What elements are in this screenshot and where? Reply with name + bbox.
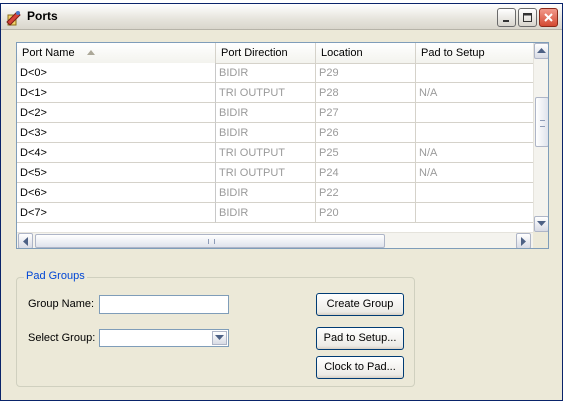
clock-to-pad-button[interactable]: Clock to Pad... [316, 356, 404, 379]
column-header-location[interactable]: Location [316, 43, 416, 63]
minimize-button[interactable] [497, 8, 516, 27]
port-direction-cell[interactable]: BIDIR [216, 103, 316, 123]
port-name-cell[interactable]: D<2> [17, 103, 216, 123]
pad-groups-legend: Pad Groups [24, 270, 87, 282]
scroll-down-button[interactable] [534, 216, 548, 232]
pad-groups-groupbox: Pad Groups Group Name: Select Group: Cre… [16, 270, 415, 387]
title-bar[interactable]: Ports [1, 4, 562, 30]
pad-to-setup-cell[interactable] [416, 203, 534, 223]
location-cell[interactable]: P25 [316, 143, 416, 163]
port-direction-cell[interactable]: BIDIR [216, 203, 316, 223]
sort-ascending-icon [87, 50, 95, 55]
pad-to-setup-button[interactable]: Pad to Setup... [316, 327, 404, 350]
pad-to-setup-cell[interactable] [416, 103, 534, 123]
column-header-label: Pad to Setup [421, 47, 485, 59]
location-cell[interactable]: P28 [316, 83, 416, 103]
pad-to-setup-cell[interactable]: N/A [416, 143, 534, 163]
window-title: Ports [27, 9, 58, 23]
port-direction-cell[interactable]: TRI OUTPUT [216, 163, 316, 183]
port-name-cell[interactable]: D<1> [17, 83, 216, 103]
combo-dropdown-button[interactable] [212, 331, 227, 345]
port-direction-cell[interactable]: BIDIR [216, 63, 316, 83]
chevron-down-icon [215, 335, 224, 340]
pad-to-setup-cell[interactable] [416, 63, 534, 83]
arrow-right-icon [520, 236, 526, 246]
port-direction-cell[interactable]: TRI OUTPUT [216, 83, 316, 103]
arrow-left-icon [22, 236, 28, 246]
select-group-label: Select Group: [28, 332, 96, 344]
scroll-left-button[interactable] [18, 233, 33, 248]
column-header-label: Location [321, 47, 363, 59]
table-row[interactable]: D<4> TRI OUTPUT P25 N/A [17, 143, 534, 163]
column-header-port-direction[interactable]: Port Direction [216, 43, 316, 63]
close-icon [544, 13, 553, 22]
table-row[interactable]: D<5> TRI OUTPUT P24 N/A [17, 163, 534, 183]
arrow-down-icon [537, 221, 546, 226]
table-row[interactable]: D<6> BIDIR P22 [17, 183, 534, 203]
select-group-combo[interactable] [99, 329, 229, 347]
table-row[interactable]: D<7> BIDIR P20 [17, 203, 534, 223]
location-cell[interactable]: P27 [316, 103, 416, 123]
port-direction-cell[interactable]: TRI OUTPUT [216, 143, 316, 163]
pad-to-setup-cell[interactable] [416, 123, 534, 143]
maximize-icon [523, 13, 532, 22]
horizontal-scrollbar[interactable] [17, 232, 533, 248]
pad-to-setup-cell[interactable]: N/A [416, 83, 534, 103]
table-row[interactable]: D<1> TRI OUTPUT P28 N/A [17, 83, 534, 103]
column-header-label: Port Direction [221, 47, 288, 59]
pad-to-setup-cell[interactable] [416, 183, 534, 203]
port-direction-cell[interactable]: BIDIR [216, 123, 316, 143]
port-name-cell[interactable]: D<0> [17, 63, 216, 83]
grid-header: Port Name Port Direction Location Pad to… [17, 43, 534, 64]
column-header-pad-to-setup[interactable]: Pad to Setup [416, 43, 534, 63]
minimize-icon [503, 20, 509, 22]
horizontal-scroll-thumb[interactable] [35, 234, 385, 248]
port-name-cell[interactable]: D<5> [17, 163, 216, 183]
location-cell[interactable]: P22 [316, 183, 416, 203]
app-icon [5, 9, 22, 26]
ports-window: Ports Port Name Port Direction Location … [0, 3, 563, 401]
location-cell[interactable]: P24 [316, 163, 416, 183]
ports-grid: Port Name Port Direction Location Pad to… [16, 42, 549, 249]
port-direction-cell[interactable]: BIDIR [216, 183, 316, 203]
table-row[interactable]: D<2> BIDIR P27 [17, 103, 534, 123]
scroll-right-button[interactable] [516, 233, 531, 248]
scroll-up-button[interactable] [534, 43, 548, 59]
vertical-scrollbar[interactable] [533, 43, 548, 232]
port-name-cell[interactable]: D<3> [17, 123, 216, 143]
group-name-label: Group Name: [28, 298, 95, 310]
port-name-cell[interactable]: D<7> [17, 203, 216, 223]
location-cell[interactable]: P26 [316, 123, 416, 143]
column-header-label: Port Name [22, 47, 75, 59]
scrollbar-corner [533, 232, 548, 248]
table-row[interactable]: D<3> BIDIR P26 [17, 123, 534, 143]
maximize-button[interactable] [518, 8, 537, 27]
create-group-button[interactable]: Create Group [316, 293, 404, 316]
close-button[interactable] [539, 8, 558, 27]
vertical-scroll-thumb[interactable] [535, 97, 548, 147]
table-row[interactable]: D<0> BIDIR P29 [17, 63, 534, 83]
port-name-cell[interactable]: D<6> [17, 183, 216, 203]
column-header-port-name[interactable]: Port Name [17, 43, 216, 63]
group-name-input[interactable] [99, 295, 229, 314]
location-cell[interactable]: P29 [316, 63, 416, 83]
pad-to-setup-cell[interactable]: N/A [416, 163, 534, 183]
location-cell[interactable]: P20 [316, 203, 416, 223]
port-name-cell[interactable]: D<4> [17, 143, 216, 163]
arrow-up-icon [537, 48, 546, 53]
